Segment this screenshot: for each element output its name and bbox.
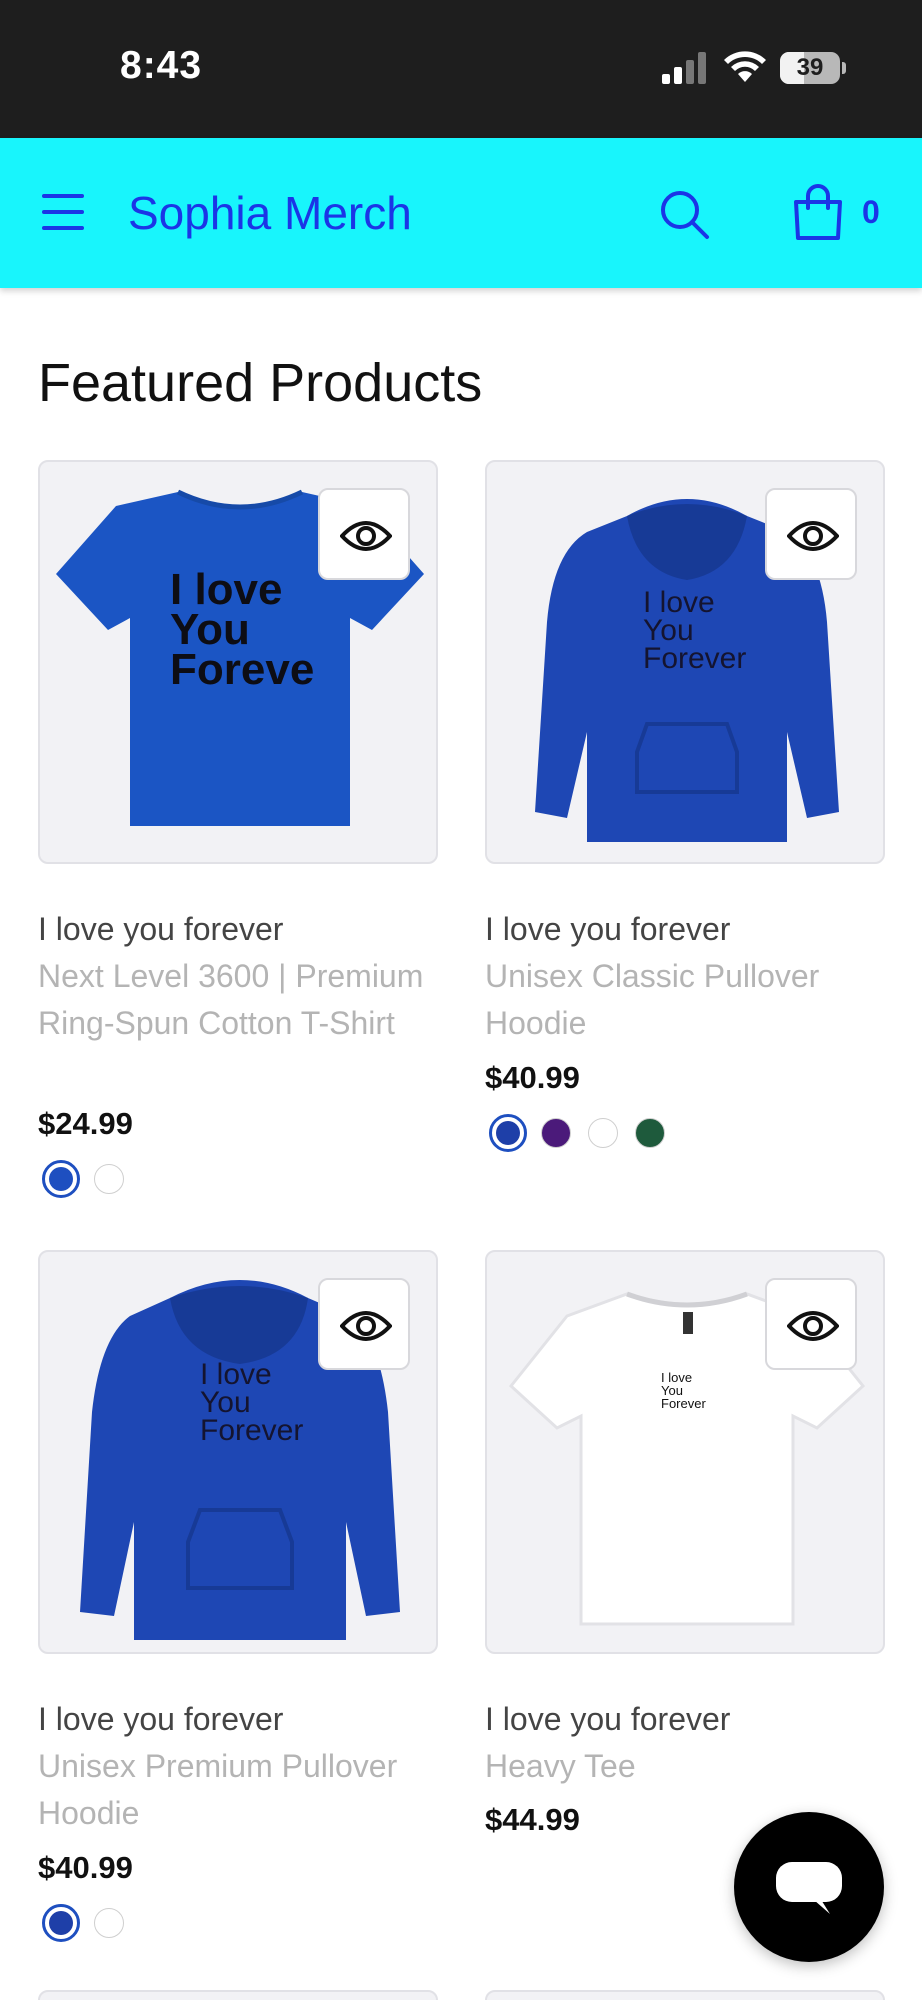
cart-count: 0 — [862, 194, 880, 230]
quick-view-button[interactable] — [765, 1278, 857, 1370]
eye-icon — [340, 521, 392, 551]
battery-icon: 39 — [780, 52, 846, 84]
product-subtitle: Heavy Tee — [485, 1748, 636, 1784]
product-subtitle: Unisex Classic Pullover Hoodie — [485, 958, 820, 1041]
product-card[interactable]: I love You Forever I love you forever He… — [485, 1250, 885, 1850]
product-subtitle: Next Level 3600 | Premium Ring-Spun Cott… — [38, 958, 424, 1041]
battery-level: 39 — [796, 54, 824, 81]
product-title[interactable]: I love you forever — [38, 1696, 438, 1743]
quick-view-button[interactable] — [765, 488, 857, 580]
product-title[interactable]: I love you forever — [485, 906, 885, 953]
product-price: $40.99 — [485, 1060, 580, 1095]
print-text-line: Foreve — [170, 645, 314, 694]
status-bar: 8:43 39 — [0, 0, 922, 138]
status-time: 8:43 — [120, 44, 203, 87]
eye-icon — [787, 521, 839, 551]
color-swatch[interactable] — [94, 1908, 124, 1938]
color-swatch[interactable] — [588, 1118, 618, 1148]
chat-icon — [776, 1862, 842, 1914]
site-header: Sophia Merch 0 — [0, 138, 922, 288]
color-swatch-selected[interactable] — [42, 1904, 80, 1942]
store-name[interactable]: Sophia Merch — [128, 186, 412, 240]
product-price: $24.99 — [38, 1106, 133, 1141]
eye-icon — [340, 1311, 392, 1341]
eye-icon — [787, 1311, 839, 1341]
product-card[interactable]: I love You Foreve I love you forever Nex… — [38, 460, 438, 1200]
cellular-signal-icon — [662, 52, 706, 84]
product-image[interactable]: I love You Forever — [485, 1250, 885, 1654]
print-text-line: Forever — [200, 1414, 303, 1447]
search-icon[interactable] — [658, 188, 710, 240]
product-subtitle: Unisex Premium Pullover Hoodie — [38, 1748, 398, 1831]
shopping-bag-icon[interactable] — [790, 184, 846, 242]
product-card[interactable]: I love You Forever I love you forever Un… — [38, 1250, 438, 1950]
product-price: $44.99 — [485, 1802, 580, 1837]
product-card-peek — [38, 1990, 438, 2000]
chat-button[interactable] — [734, 1812, 884, 1962]
menu-icon — [42, 194, 84, 198]
print-text-line: Forever — [661, 1396, 706, 1411]
print-text-line: Forever — [643, 642, 746, 675]
color-swatch[interactable] — [635, 1118, 665, 1148]
color-swatch[interactable] — [94, 1164, 124, 1194]
wifi-icon — [724, 51, 766, 82]
menu-button[interactable] — [42, 192, 88, 232]
product-card-peek — [485, 1990, 885, 2000]
product-title[interactable]: I love you forever — [38, 906, 438, 953]
color-swatch-selected[interactable] — [42, 1160, 80, 1198]
product-image[interactable]: I love You Foreve — [38, 460, 438, 864]
quick-view-button[interactable] — [318, 488, 410, 580]
color-swatch[interactable] — [541, 1118, 571, 1148]
product-card[interactable]: I love You Forever I love you forever Un… — [485, 460, 885, 1160]
product-title[interactable]: I love you forever — [485, 1696, 885, 1743]
product-price: $40.99 — [38, 1850, 133, 1885]
color-swatch-selected[interactable] — [489, 1114, 527, 1152]
product-image[interactable]: I love You Forever — [485, 460, 885, 864]
quick-view-button[interactable] — [318, 1278, 410, 1370]
section-title: Featured Products — [38, 353, 483, 413]
product-image[interactable]: I love You Forever — [38, 1250, 438, 1654]
